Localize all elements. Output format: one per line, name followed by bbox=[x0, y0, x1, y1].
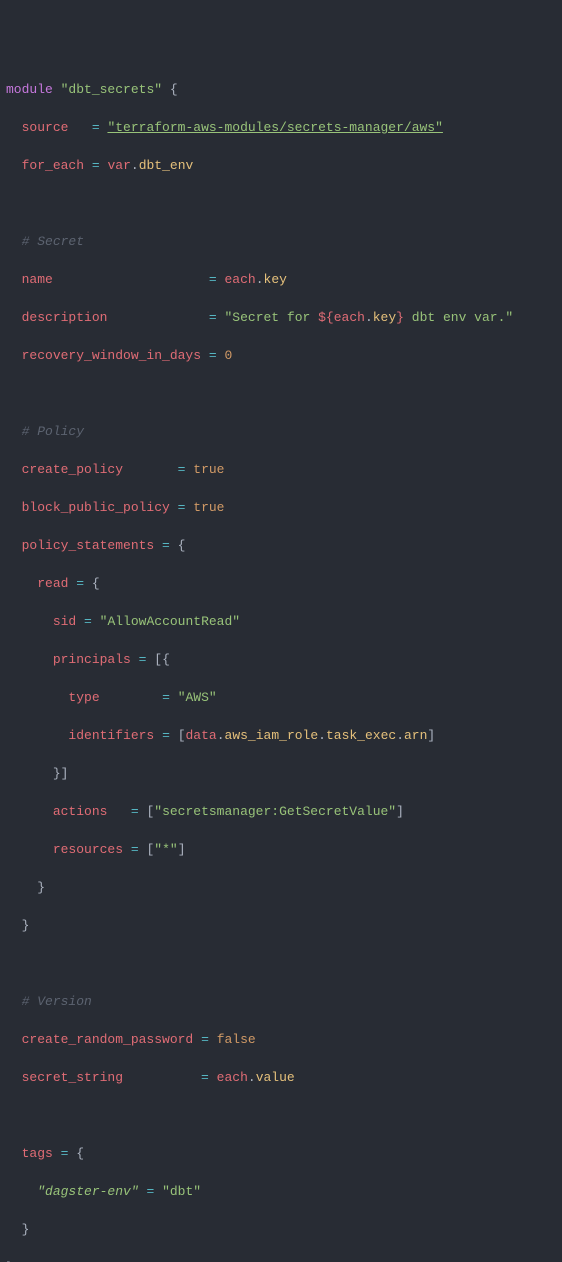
code-line: principals = [{ bbox=[6, 650, 556, 669]
bool-true: true bbox=[193, 500, 224, 515]
attr-dbt-env: dbt_env bbox=[139, 158, 194, 173]
attr-key: key bbox=[373, 310, 396, 325]
comment-secret: # Secret bbox=[22, 234, 84, 249]
each-reference: each bbox=[224, 272, 255, 287]
desc-string-part1: "Secret for bbox=[224, 310, 318, 325]
property-create-random: create_random_password bbox=[22, 1032, 194, 1047]
property-name: name bbox=[22, 272, 53, 287]
property-principals: principals bbox=[53, 652, 131, 667]
data-reference: data bbox=[186, 728, 217, 743]
attr-task-exec: task_exec bbox=[326, 728, 396, 743]
number-zero: 0 bbox=[224, 348, 232, 363]
property-block-public: block_public_policy bbox=[22, 500, 170, 515]
code-line: sid = "AllowAccountRead" bbox=[6, 612, 556, 631]
code-line: for_each = var.dbt_env bbox=[6, 156, 556, 175]
code-editor[interactable]: module "dbt_secrets" { source = "terrafo… bbox=[6, 80, 556, 1262]
code-line: name = each.key bbox=[6, 270, 556, 289]
code-line: resources = ["*"] bbox=[6, 840, 556, 859]
code-line: block_public_policy = true bbox=[6, 498, 556, 517]
code-line: create_random_password = false bbox=[6, 1030, 556, 1049]
interp-close: } bbox=[396, 310, 404, 325]
code-line: } bbox=[6, 1258, 556, 1262]
attr-arn: arn bbox=[404, 728, 427, 743]
code-line: } bbox=[6, 878, 556, 897]
property-read: read bbox=[37, 576, 68, 591]
code-line: "dagster-env" = "dbt" bbox=[6, 1182, 556, 1201]
code-line: actions = ["secretsmanager:GetSecretValu… bbox=[6, 802, 556, 821]
property-actions: actions bbox=[53, 804, 108, 819]
code-line: secret_string = each.value bbox=[6, 1068, 556, 1087]
tag-key-dagster-env: "dagster-env" bbox=[37, 1184, 138, 1199]
attr-value: value bbox=[256, 1070, 295, 1085]
actions-string: "secretsmanager:GetSecretValue" bbox=[154, 804, 396, 819]
attr-key: key bbox=[264, 272, 287, 287]
code-line: }] bbox=[6, 764, 556, 783]
each-reference: each bbox=[334, 310, 365, 325]
module-name-string: "dbt_secrets" bbox=[61, 82, 162, 97]
code-line: read = { bbox=[6, 574, 556, 593]
code-line: description = "Secret for ${each.key} db… bbox=[6, 308, 556, 327]
attr-aws-iam-role: aws_iam_role bbox=[225, 728, 319, 743]
code-line: # Policy bbox=[6, 422, 556, 441]
type-string: "AWS" bbox=[178, 690, 217, 705]
property-type: type bbox=[68, 690, 99, 705]
code-line: source = "terraform-aws-modules/secrets-… bbox=[6, 118, 556, 137]
code-line: # Version bbox=[6, 992, 556, 1011]
code-line: type = "AWS" bbox=[6, 688, 556, 707]
code-line: tags = { bbox=[6, 1144, 556, 1163]
comment-version: # Version bbox=[22, 994, 92, 1009]
comment-policy: # Policy bbox=[22, 424, 84, 439]
sid-string: "AllowAccountRead" bbox=[100, 614, 240, 629]
code-line: create_policy = true bbox=[6, 460, 556, 479]
code-line bbox=[6, 1106, 556, 1125]
code-line bbox=[6, 194, 556, 213]
code-line: module "dbt_secrets" { bbox=[6, 80, 556, 99]
property-recovery-window: recovery_window_in_days bbox=[22, 348, 201, 363]
property-policy-statements: policy_statements bbox=[22, 538, 155, 553]
property-sid: sid bbox=[53, 614, 76, 629]
each-reference: each bbox=[217, 1070, 248, 1085]
property-tags: tags bbox=[22, 1146, 53, 1161]
property-identifiers: identifiers bbox=[68, 728, 154, 743]
property-resources: resources bbox=[53, 842, 123, 857]
bool-true: true bbox=[193, 462, 224, 477]
property-create-policy: create_policy bbox=[22, 462, 123, 477]
code-line: recovery_window_in_days = 0 bbox=[6, 346, 556, 365]
property-source: source bbox=[22, 120, 69, 135]
desc-string-part2: dbt env var." bbox=[404, 310, 513, 325]
property-description: description bbox=[22, 310, 108, 325]
code-line bbox=[6, 384, 556, 403]
keyword-module: module bbox=[6, 82, 53, 97]
code-line: } bbox=[6, 1220, 556, 1239]
tag-val-dbt: "dbt" bbox=[162, 1184, 201, 1199]
resources-string: "*" bbox=[154, 842, 177, 857]
interp-open: ${ bbox=[318, 310, 334, 325]
code-line: } bbox=[6, 916, 556, 935]
code-line: policy_statements = { bbox=[6, 536, 556, 555]
property-for-each: for_each bbox=[22, 158, 84, 173]
source-url-string[interactable]: "terraform-aws-modules/secrets-manager/a… bbox=[107, 120, 442, 135]
code-line: # Secret bbox=[6, 232, 556, 251]
property-secret-string: secret_string bbox=[22, 1070, 123, 1085]
var-reference: var bbox=[107, 158, 130, 173]
code-line bbox=[6, 954, 556, 973]
bool-false: false bbox=[217, 1032, 256, 1047]
code-line: identifiers = [data.aws_iam_role.task_ex… bbox=[6, 726, 556, 745]
